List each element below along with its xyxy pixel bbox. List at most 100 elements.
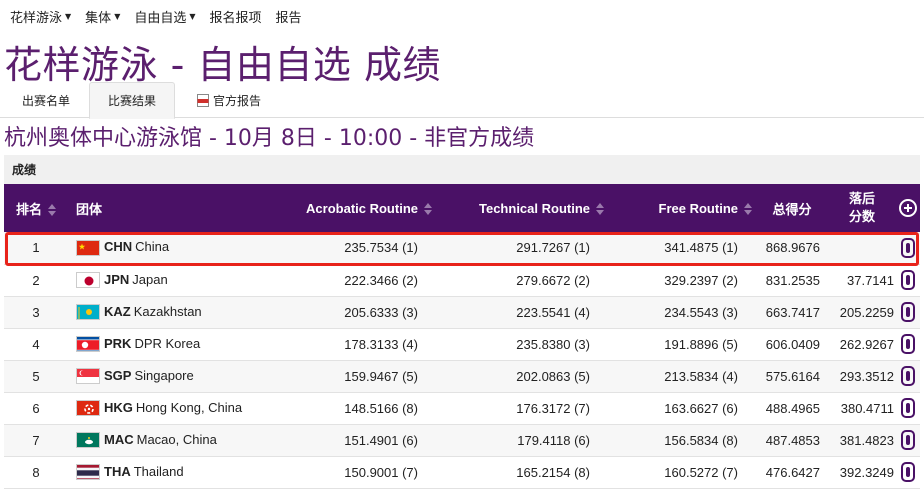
detail-toggle-icon[interactable] xyxy=(901,302,915,322)
nav-artistic-swimming[interactable]: 花样游泳 ▼ xyxy=(10,7,71,26)
tab-official-report[interactable]: 官方报告 xyxy=(186,82,272,118)
table-row[interactable]: 1 CHN China 235.7534 (1) 291.7267 (1) 341.487… xyxy=(4,232,920,264)
behind-score: 380.4711 xyxy=(840,400,894,416)
nav-label: 自由自选 xyxy=(134,10,187,26)
row-action-cell xyxy=(896,328,920,360)
results-table: 排名 团体 Acrobatic Routine Technical Routin… xyxy=(4,184,920,489)
nav-team[interactable]: 集体 ▼ xyxy=(85,7,120,26)
header-label: Technical Routine xyxy=(479,200,590,216)
team-cell[interactable]: SGP Singapore xyxy=(68,360,264,392)
country-code: JPN xyxy=(104,271,130,287)
detail-toggle-icon[interactable] xyxy=(901,270,915,290)
nav-entries[interactable]: 报名报项 xyxy=(210,7,262,26)
sort-icon xyxy=(424,203,432,216)
table-row[interactable]: 6 HKG Hong Kong, China 148.5166 (8) 176.3172… xyxy=(4,392,920,424)
header-label: 总得分 xyxy=(772,201,812,217)
header-label-line1: 落后 xyxy=(848,191,875,206)
team-cell[interactable]: KAZ Kazakhstan xyxy=(68,296,264,328)
col-header-behind: 落后 分数 xyxy=(828,184,896,232)
detail-toggle-icon[interactable] xyxy=(901,237,915,258)
table-row[interactable]: 2 JPN Japan 222.3466 (2) 279.6672 (2) 329.239… xyxy=(4,264,920,296)
flag-icon xyxy=(76,464,100,481)
col-header-free[interactable]: Free Routine xyxy=(608,184,756,232)
caret-down-icon: ▼ xyxy=(65,11,72,21)
flag-icon xyxy=(76,304,100,321)
team-cell[interactable]: MAC Macao, China xyxy=(68,424,264,456)
caret-down-icon: ▼ xyxy=(114,11,121,21)
nav-free-routine[interactable]: 自由自选 ▼ xyxy=(134,7,195,26)
rank-cell: 5 xyxy=(32,368,40,384)
country-name: Japan xyxy=(132,271,168,287)
team-cell[interactable]: THA Thailand xyxy=(68,456,264,488)
header-label: 排名 xyxy=(15,201,42,217)
tab-entry-list[interactable]: 出赛名单 xyxy=(8,82,84,118)
row-action-cell xyxy=(896,424,920,456)
venue-date-subtitle: 杭州奥体中心游泳馆 - 10月 8日 - 10:00 - 非官方成绩 xyxy=(4,126,535,151)
tab-bar: 出赛名单 比赛结果 官方报告 xyxy=(0,82,924,119)
detail-toggle-icon[interactable] xyxy=(901,398,915,418)
row-action-cell xyxy=(896,232,920,264)
total-score: 476.6427 xyxy=(765,464,820,480)
technical-score: 235.8380 (3) xyxy=(516,336,590,352)
team-cell[interactable]: HKG Hong Kong, China xyxy=(68,392,264,424)
table-row[interactable]: 7 MAC Macao, China 151.4901 (6) 179.4118 (6)… xyxy=(4,424,920,456)
detail-toggle-icon[interactable] xyxy=(901,462,915,482)
rank-cell: 8 xyxy=(32,464,40,480)
rank-cell: 3 xyxy=(32,304,40,320)
col-header-expand[interactable] xyxy=(896,184,920,232)
team-cell[interactable]: PRK DPR Korea xyxy=(68,328,264,360)
table-header-row: 排名 团体 Acrobatic Routine Technical Routin… xyxy=(4,184,920,232)
table-row[interactable]: 3 KAZ Kazakhstan 205.6333 (3) 223.5541 (4) 23… xyxy=(4,296,920,328)
col-header-rank[interactable]: 排名 xyxy=(4,184,68,232)
nav-label: 花样游泳 xyxy=(10,10,63,26)
country-name: Kazakhstan xyxy=(133,303,202,319)
row-action-cell xyxy=(896,360,920,392)
country-name: Macao, China xyxy=(136,431,217,447)
total-score: 663.7417 xyxy=(765,304,820,320)
header-label: Acrobatic Routine xyxy=(306,200,418,216)
free-score: 329.2397 (2) xyxy=(664,272,738,288)
rank-cell: 2 xyxy=(32,272,40,288)
header-label-line2: 分数 xyxy=(848,209,875,224)
behind-score xyxy=(828,232,896,264)
total-score: 487.4853 xyxy=(765,432,820,448)
country-name: Singapore xyxy=(134,367,194,383)
free-score: 234.5543 (3) xyxy=(664,304,738,320)
detail-toggle-icon[interactable] xyxy=(901,366,915,386)
detail-toggle-icon[interactable] xyxy=(901,334,915,354)
nav-reports[interactable]: 报告 xyxy=(276,7,302,26)
country-name: Thailand xyxy=(133,463,184,479)
table-row[interactable]: 8 THA Thailand 150.9001 (7) 165.2154 (8) 160.… xyxy=(4,456,920,488)
acrobatic-score: 151.4901 (6) xyxy=(344,432,418,448)
team-cell[interactable]: CHN China xyxy=(68,232,264,264)
col-header-total[interactable]: 总得分 xyxy=(756,184,828,232)
country-code: KAZ xyxy=(104,303,131,319)
col-header-technical[interactable]: Technical Routine xyxy=(436,184,608,232)
behind-score: 262.9267 xyxy=(839,336,894,352)
flag-icon xyxy=(76,240,100,257)
table-row[interactable]: 5 SGP Singapore 159.9467 (5) 202.0863 (5) 213… xyxy=(4,360,920,392)
country-code: CHN xyxy=(104,239,133,255)
technical-score: 176.3172 (7) xyxy=(516,400,590,416)
col-header-acrobatic[interactable]: Acrobatic Routine xyxy=(264,184,436,232)
acrobatic-score: 178.3133 (4) xyxy=(344,336,418,352)
country-code: PRK xyxy=(104,335,132,351)
tab-label: 出赛名单 xyxy=(21,93,70,108)
table-row[interactable]: 4 PRK DPR Korea 178.3133 (4) 235.8380 (3) 191… xyxy=(4,328,920,360)
flag-icon xyxy=(76,368,100,385)
technical-score: 202.0863 (5) xyxy=(516,368,590,384)
country-code: SGP xyxy=(104,367,132,383)
team-cell[interactable]: JPN Japan xyxy=(68,264,264,296)
sort-icon xyxy=(48,204,56,217)
behind-score: 392.3249 xyxy=(839,464,894,480)
tab-results[interactable]: 比赛结果 xyxy=(89,82,175,119)
rank-cell: 1 xyxy=(32,240,40,256)
country-code: MAC xyxy=(104,431,134,447)
detail-toggle-icon[interactable] xyxy=(901,430,915,450)
pdf-icon xyxy=(196,93,209,107)
plus-circle-icon[interactable] xyxy=(899,199,917,217)
country-name: China xyxy=(135,239,170,255)
rank-cell: 4 xyxy=(32,336,40,352)
acrobatic-score: 235.7534 (1) xyxy=(344,240,418,256)
rank-cell: 6 xyxy=(32,400,40,416)
